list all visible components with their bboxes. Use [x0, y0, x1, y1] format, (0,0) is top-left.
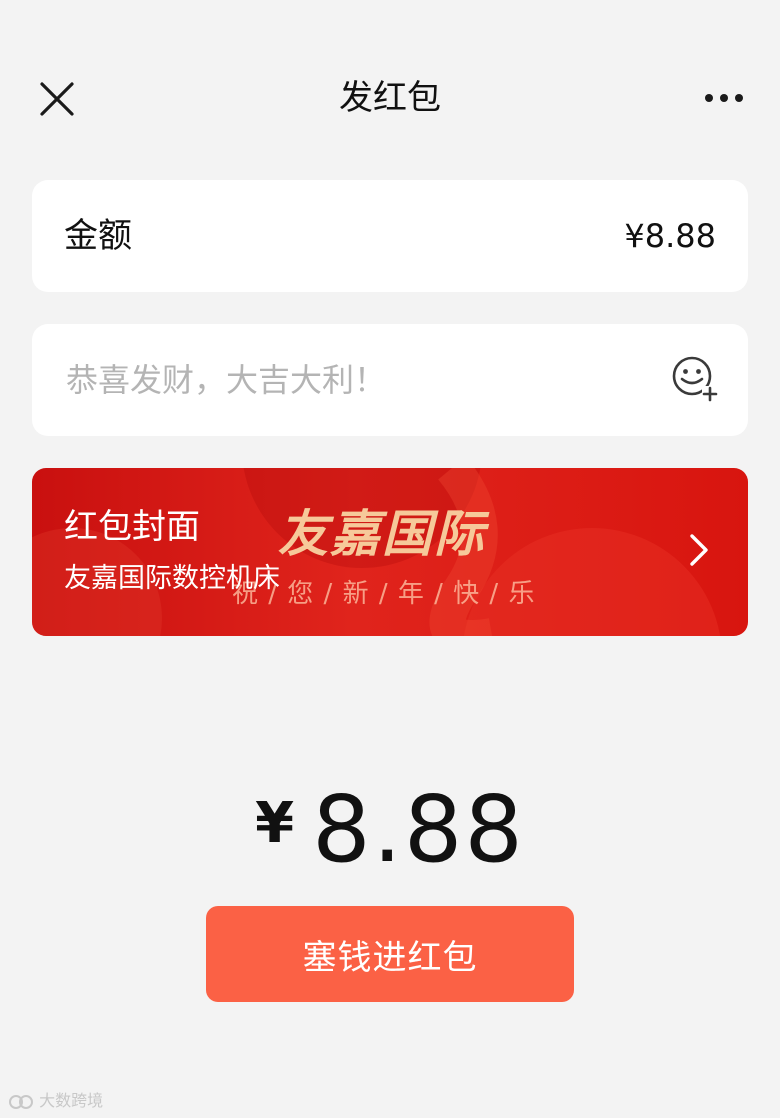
message-card: [32, 324, 748, 436]
watermark-text: 大数跨境: [39, 1091, 104, 1110]
page-title: 发红包: [339, 78, 441, 118]
red-packet-cover-banner[interactable]: 友嘉国际 祝 / 您 / 新 / 年 / 快 / 乐 红包封面 友嘉国际数控机床: [32, 468, 748, 636]
amount-card[interactable]: 金额 ¥8.88: [32, 180, 748, 292]
watermark-logo-icon: [9, 1094, 33, 1109]
currency-symbol: ¥: [255, 791, 295, 856]
send-red-packet-button[interactable]: 塞钱进红包: [206, 906, 574, 1002]
total-amount-display: ¥8.88: [0, 770, 780, 916]
cover-brand-text: 友嘉国际: [278, 505, 486, 563]
more-icon[interactable]: [700, 84, 748, 112]
cover-title: 红包封面: [64, 507, 200, 547]
amount-value[interactable]: ¥8.88: [624, 180, 716, 292]
blessing-message-input[interactable]: [66, 324, 646, 436]
total-amount: 8.88: [312, 776, 525, 883]
cover-subtitle: 友嘉国际数控机床: [64, 563, 280, 594]
chevron-right-icon[interactable]: [684, 528, 712, 572]
emoji-add-icon[interactable]: [670, 354, 720, 404]
amount-label: 金额: [64, 216, 132, 256]
watermark: 大数跨境: [8, 1090, 103, 1112]
